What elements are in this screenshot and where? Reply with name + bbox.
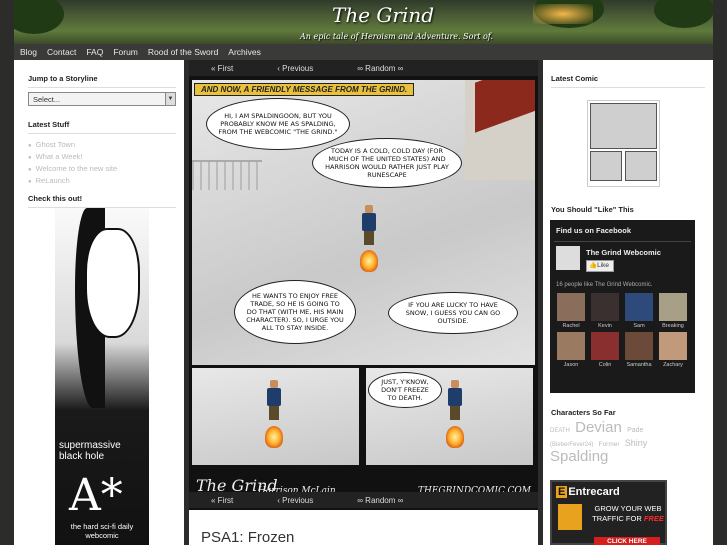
fire-art — [265, 426, 283, 448]
fb-person[interactable]: Kevin — [590, 293, 620, 329]
previous-link[interactable]: ‹ Previous — [277, 64, 313, 73]
character-figure — [448, 380, 462, 430]
latest-link-what-a-week[interactable]: What a Week! — [36, 152, 184, 161]
supermassive-black-hole-ad[interactable]: supermassive black hole A* the hard sci-… — [55, 208, 149, 545]
left-sidebar: Jump to a Storyline Select... ▼ Latest S… — [14, 60, 184, 545]
latest-link-ghost-town[interactable]: Ghost Town — [36, 140, 184, 149]
nav-blog[interactable]: Blog — [20, 47, 37, 57]
like-this-title: You Should "Like" This — [551, 205, 634, 214]
tag-link[interactable]: Shiny — [625, 438, 648, 448]
entrecard-icon — [558, 504, 582, 530]
speech-bubble-3: HE WANTS TO ENJOY FREE TRADE, SO HE IS G… — [234, 280, 356, 344]
tag-link[interactable]: Devian — [575, 419, 622, 436]
fb-person[interactable]: Breaking — [658, 293, 688, 329]
nav-archives[interactable]: Archives — [228, 47, 261, 57]
check-this-out-title: Check this out! — [28, 194, 83, 203]
site-tagline: An epic tale of Heroism and Adventure. S… — [300, 32, 494, 41]
character-tag-cloud: DEATH Devian Pade (BieberFever24) Former… — [550, 419, 690, 465]
fb-like-label: Like — [597, 262, 610, 269]
house-art — [465, 80, 535, 180]
site-title[interactable]: The Grind — [332, 3, 434, 27]
first-link[interactable]: « First — [211, 496, 233, 505]
fb-person[interactable]: Sam — [624, 293, 654, 329]
nav-rood-of-the-sword[interactable]: Rood of the Sword — [148, 47, 218, 57]
fence-art — [192, 160, 262, 190]
fb-person[interactable]: Rachel — [556, 293, 586, 329]
latest-comic-thumbnail[interactable] — [587, 100, 660, 187]
speech-bubble-5: JUST, Y'KNOW, DON'T FREEZE TO DEATH. — [368, 372, 442, 408]
nav-faq[interactable]: FAQ — [86, 47, 103, 57]
speech-bubble-1: HI, I AM SPALDINGOON, BUT YOU PROBABLY K… — [206, 98, 350, 150]
ad-headline: supermassive black hole — [59, 440, 121, 462]
post-title[interactable]: PSA1: Frozen — [201, 529, 294, 545]
comic-panel-3: JUST, Y'KNOW, DON'T FREEZE TO DEATH. — [366, 368, 533, 465]
storyline-title: Jump to a Storyline — [28, 74, 98, 83]
tree-decoration — [14, 0, 64, 34]
divider — [554, 241, 691, 242]
latest-link-relaunch[interactable]: ReLaunch — [36, 176, 184, 185]
tag-link[interactable]: DEATH — [550, 428, 570, 434]
comic-banner: AND NOW, A FRIENDLY MESSAGE FROM THE GRI… — [194, 83, 415, 96]
latest-comic-title: Latest Comic — [551, 74, 599, 83]
page-logo-icon[interactable] — [556, 246, 580, 270]
tag-link[interactable]: Spalding — [550, 448, 608, 465]
tree-decoration — [654, 0, 713, 28]
comic-strip[interactable]: AND NOW, A FRIENDLY MESSAGE FROM THE GRI… — [189, 76, 538, 510]
ad-logo-letter: A* — [69, 470, 123, 521]
nav-contact[interactable]: Contact — [47, 47, 76, 57]
ad-subline: the hard sci-fi daily webcomic — [70, 522, 134, 540]
site-header: The Grind An epic tale of Heroism and Ad… — [14, 0, 713, 44]
fb-header: Find us on Facebook — [556, 226, 632, 235]
latest-stuff-list: Ghost Town What a Week! Welcome to the n… — [14, 134, 184, 190]
tag-link[interactable]: Pade — [627, 427, 643, 434]
fb-person[interactable]: Zachary — [658, 332, 688, 368]
fb-person[interactable]: Colin — [590, 332, 620, 368]
select-value: Select... — [33, 94, 61, 104]
entrecard-text: GROW YOUR WEB TRAFFIC FOR FREE — [592, 504, 664, 523]
storyline-select[interactable]: Select... ▼ — [28, 92, 176, 106]
entrecard-ad[interactable]: E Entrecard GROW YOUR WEB TRAFFIC FOR FRE… — [550, 480, 667, 545]
fb-people-grid: Rachel Kevin Sam Breaking Jason Colin Sa… — [554, 293, 691, 371]
divider — [28, 87, 176, 88]
nav-forum[interactable]: Forum — [113, 47, 138, 57]
fb-person[interactable]: Samantha — [624, 332, 654, 368]
comic-nav-bottom: « First ‹ Previous ∞ Random ∞ — [189, 492, 538, 508]
random-link[interactable]: ∞ Random ∞ — [357, 496, 403, 505]
chevron-down-icon[interactable]: ▼ — [165, 93, 175, 105]
characters-title: Characters So Far — [551, 408, 616, 417]
random-link[interactable]: ∞ Random ∞ — [357, 64, 403, 73]
entrecard-click-button[interactable]: CLICK HERE — [594, 537, 660, 545]
character-figure — [267, 380, 281, 430]
character-figure — [362, 205, 376, 255]
fb-like-count: 16 people like The Grind Webcomic. — [556, 282, 653, 288]
facebook-widget: Find us on Facebook The Grind Webcomic 👍… — [550, 220, 695, 393]
thumbs-up-icon: 👍 — [589, 262, 598, 269]
sunset-glow — [533, 4, 593, 24]
comic-column: « First ‹ Previous ∞ Random ∞ AND NOW, A… — [189, 60, 538, 545]
entrecard-logo: E Entrecard — [556, 486, 620, 498]
tag-link[interactable]: Former — [599, 441, 620, 448]
fire-art — [360, 250, 378, 272]
speech-bubble-4: IF YOU ARE LUCKY TO HAVE SNOW, I GUESS Y… — [388, 292, 518, 334]
main-nav: Blog Contact FAQ Forum Rood of the Sword… — [14, 44, 713, 60]
latest-link-welcome[interactable]: Welcome to the new site — [36, 164, 184, 173]
previous-link[interactable]: ‹ Previous — [277, 496, 313, 505]
comic-panel-2 — [192, 368, 359, 465]
first-link[interactable]: « First — [211, 64, 233, 73]
comic-panel-1: AND NOW, A FRIENDLY MESSAGE FROM THE GRI… — [192, 80, 535, 365]
fire-art — [446, 426, 464, 448]
speech-bubble-2: TODAY IS A COLD, COLD DAY (FOR MUCH OF T… — [312, 138, 462, 188]
comic-nav-top: « First ‹ Previous ∞ Random ∞ — [189, 60, 538, 76]
fb-like-button[interactable]: 👍Like — [586, 260, 614, 272]
latest-stuff-title: Latest Stuff — [28, 120, 70, 129]
fb-page-name[interactable]: The Grind Webcomic — [586, 248, 661, 257]
ad-face-art — [85, 228, 140, 338]
divider — [551, 87, 705, 88]
fb-person[interactable]: Jason — [556, 332, 586, 368]
